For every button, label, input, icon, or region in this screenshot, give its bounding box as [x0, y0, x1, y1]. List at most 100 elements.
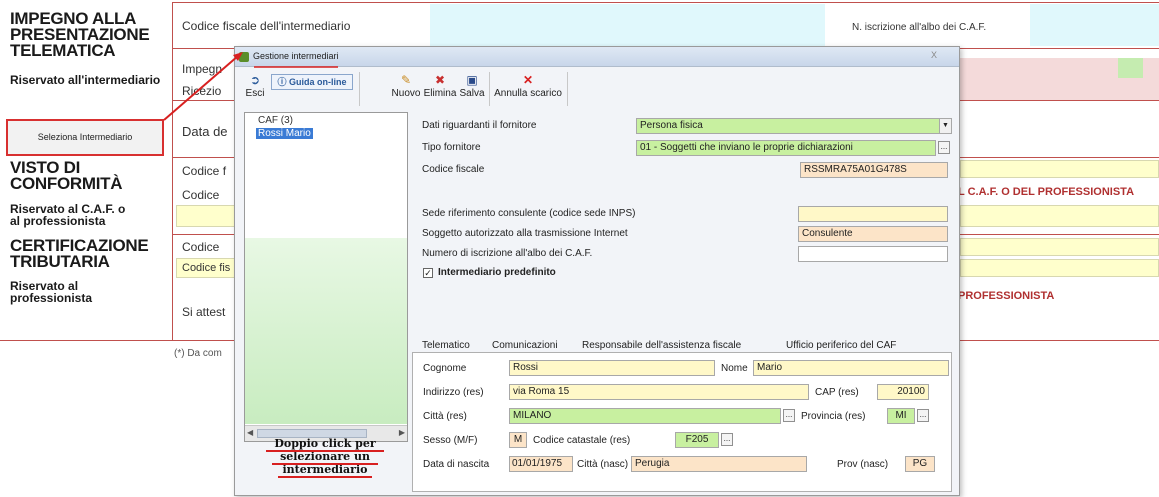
provincia-field[interactable]: MI: [887, 408, 915, 424]
exit-door-icon: ➲: [249, 73, 261, 87]
sede-field[interactable]: [798, 206, 948, 222]
form-rule: [172, 2, 173, 340]
predefinito-checkbox[interactable]: ✓: [423, 268, 433, 278]
cognome-value: Rossi: [513, 362, 539, 373]
save-disk-icon: ▣: [466, 73, 478, 87]
hint-underline: [266, 450, 384, 452]
citta-nasc-value: Perugia: [635, 458, 670, 469]
nome-label: Nome: [721, 363, 748, 374]
label-professionista: PROFESSIONISTA: [958, 290, 1055, 302]
nascita-label: Data di nascita: [423, 459, 490, 470]
nascita-field[interactable]: 01/01/1975: [509, 456, 573, 472]
guida-online-button[interactable]: ⓘ Guida on-line: [271, 74, 353, 90]
label-impegno: Impegn: [182, 62, 223, 76]
codice-fiscale-intermediario-cell[interactable]: [430, 4, 825, 46]
cap-field[interactable]: 20100: [877, 384, 929, 400]
form-rule: [172, 2, 1159, 3]
citta-nasc-label: Città (nasc): [577, 459, 629, 470]
scroll-right-icon[interactable]: ▶: [399, 428, 405, 437]
soggetto-field[interactable]: Consulente: [798, 226, 948, 242]
toolbar-separator: [567, 72, 568, 106]
codice-fiscale-cell[interactable]: [960, 160, 1159, 178]
sede-label: Sede riferimento consulente (codice sede…: [422, 208, 636, 219]
delete-document-icon: ✖: [434, 73, 446, 87]
intermediari-tree[interactable]: CAF (3) Rossi Mario ◀ ▶: [244, 112, 408, 442]
numero-iscrizione-label: Numero di iscrizione all'albo dei C.A.F.: [422, 248, 593, 259]
seleziona-intermediario-button[interactable]: Seleziona Intermediario: [6, 119, 164, 156]
numero-iscrizione-field[interactable]: [798, 246, 948, 262]
help-icon: ⓘ: [277, 77, 289, 87]
esci-button[interactable]: ➲ Esci: [243, 72, 267, 106]
nuovo-button[interactable]: ✎ Nuovo: [391, 72, 421, 106]
dati-fornitore-value: Persona fisica: [640, 120, 703, 131]
citta-field[interactable]: MILANO: [509, 408, 781, 424]
citta-nasc-field[interactable]: Perugia: [631, 456, 807, 472]
certificazione-cell-1[interactable]: [960, 238, 1159, 256]
hint-underline: [272, 463, 378, 465]
salva-button[interactable]: ▣ Salva: [459, 72, 485, 106]
label-data: Data de: [182, 124, 228, 139]
sesso-value: M: [513, 434, 523, 445]
tipo-fornitore-lookup-button[interactable]: ...: [938, 141, 950, 154]
section-title-visto: VISTO DI CONFORMITÀ: [10, 158, 123, 193]
label-codice-2: Codice: [182, 188, 220, 202]
annulla-scarico-button[interactable]: ✕ Annulla scarico: [493, 72, 563, 106]
esci-label: Esci: [245, 88, 265, 99]
tree-background: [245, 238, 407, 424]
prov-nasc-label: Prov (nasc): [837, 459, 889, 470]
indirizzo-value: via Roma 15: [513, 386, 570, 397]
dati-fornitore-select[interactable]: Persona fisica ▼: [636, 118, 952, 134]
elimina-label: Elimina: [423, 88, 457, 99]
provincia-value: MI: [895, 410, 907, 421]
tipo-fornitore-field[interactable]: 01 - Soggetti che inviano le proprie dic…: [636, 140, 936, 156]
catastale-field[interactable]: F205: [675, 432, 719, 448]
tree-node-caf[interactable]: CAF (3): [258, 115, 293, 126]
soggetto-label: Soggetto autorizzato alla trasmissione I…: [422, 228, 628, 239]
visto-cell[interactable]: [176, 205, 238, 227]
indirizzo-field[interactable]: via Roma 15: [509, 384, 809, 400]
label-codice-4: Codice fis: [182, 262, 231, 274]
toolbar-separator: [359, 72, 360, 106]
citta-label: Città (res): [423, 411, 467, 422]
close-button[interactable]: X: [921, 48, 947, 63]
impegno-checkbox-cell[interactable]: [1118, 58, 1143, 78]
hint-underline: [278, 476, 372, 478]
dialog-title: Gestione intermediari: [253, 51, 339, 61]
sesso-field[interactable]: M: [509, 432, 527, 448]
cognome-field[interactable]: Rossi: [509, 360, 715, 376]
catastale-value: F205: [685, 434, 709, 445]
certificazione-cell-2[interactable]: [960, 259, 1159, 277]
citta-lookup-button[interactable]: ...: [783, 409, 795, 422]
double-click-hint: Doppio click per selezionare un intermed…: [260, 437, 390, 476]
tree-node-rossi-mario[interactable]: Rossi Mario: [256, 128, 313, 139]
section-subtitle-impegno: Riservato all'intermediario: [10, 73, 161, 87]
indirizzo-label: Indirizzo (res): [423, 387, 484, 398]
tipo-fornitore-value: 01 - Soggetti che inviano le proprie dic…: [640, 142, 853, 153]
dialog-titlebar[interactable]: Gestione intermediari X: [235, 47, 959, 67]
visto-cell-right[interactable]: [960, 205, 1159, 227]
provincia-label: Provincia (res): [801, 411, 866, 422]
codice-fiscale-field[interactable]: RSSMRA75A01G478S: [800, 162, 948, 178]
guida-label: Guida on-line: [289, 77, 347, 87]
n-iscrizione-cell[interactable]: [1030, 4, 1159, 46]
chevron-down-icon[interactable]: ▼: [939, 119, 951, 133]
app-icon: [239, 52, 249, 62]
provincia-lookup-button[interactable]: ...: [917, 409, 929, 422]
citta-value: MILANO: [513, 410, 552, 421]
catastale-lookup-button[interactable]: ...: [721, 433, 733, 446]
cancel-x-icon: ✕: [522, 73, 534, 87]
hint-line: Doppio click per: [274, 437, 376, 450]
nome-value: Mario: [757, 362, 783, 373]
toolbar: ➲ Esci ⓘ Guida on-line ✎ Nuovo ✖ Elimina…: [243, 72, 623, 107]
catastale-label: Codice catastale (res): [533, 435, 631, 446]
codice-fiscale-value: RSSMRA75A01G478S: [804, 164, 907, 175]
prov-nasc-field[interactable]: PG: [905, 456, 935, 472]
sesso-label: Sesso (M/F): [423, 435, 478, 446]
scroll-left-icon[interactable]: ◀: [247, 428, 253, 437]
cap-value: 20100: [897, 386, 925, 397]
label-ricezione: Ricezio: [182, 84, 222, 98]
nome-field[interactable]: Mario: [753, 360, 949, 376]
elimina-button[interactable]: ✖ Elimina: [423, 72, 457, 106]
gestione-intermediari-dialog: Gestione intermediari X ➲ Esci ⓘ Guida o…: [234, 46, 960, 496]
label-codice-1: Codice f: [182, 164, 227, 178]
